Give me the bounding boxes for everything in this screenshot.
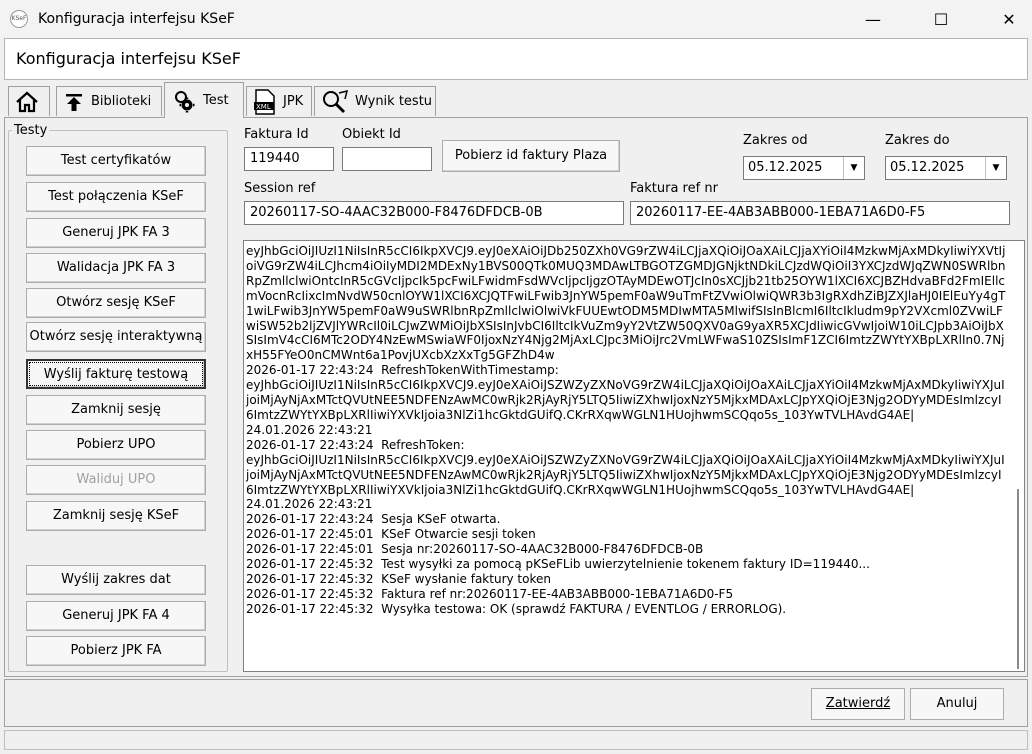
search-results-icon xyxy=(323,89,349,113)
arrow-up-icon xyxy=(66,93,82,111)
zamknij-sesje-interaktywna-button[interactable]: Zamknij sesję interaktywną xyxy=(26,395,206,445)
xml-document-icon: XML xyxy=(254,88,275,115)
svg-text:XML: XML xyxy=(256,103,271,111)
tests-group-legend: Testy xyxy=(12,123,50,138)
maximize-button[interactable]: ☐ xyxy=(918,0,964,38)
tab-jpk-label: JPK xyxy=(283,94,304,109)
generuj-jpk-fa3-button[interactable]: Generuj JPK FA 3 xyxy=(26,218,206,248)
zakres-do-datepicker[interactable]: 05.12.2025 ▼ xyxy=(885,156,1007,180)
tab-test[interactable]: Test xyxy=(164,82,244,118)
minimize-button[interactable]: — xyxy=(850,0,896,38)
pobierz-id-faktury-button[interactable]: Pobierz id faktury Plaza xyxy=(442,140,620,172)
status-bar xyxy=(4,730,1028,750)
zakres-do-value: 05.12.2025 xyxy=(890,160,965,175)
tab-jpk[interactable]: XML JPK xyxy=(246,86,312,116)
tab-wynik-testu-label: Wynik testu xyxy=(355,94,433,109)
wyslij-fakture-testowa-button[interactable]: Wyślij fakturę testową xyxy=(26,359,206,389)
tab-biblioteki[interactable]: Biblioteki xyxy=(56,86,162,116)
window-title: Konfiguracja interfejsu KSeF xyxy=(38,11,235,27)
tab-test-label: Test xyxy=(203,93,229,108)
log-textarea[interactable]: eyJhbGciOiJIUzI1NiIsInR5cCI6IkpXVCJ9.eyJ… xyxy=(243,240,1025,672)
tab-strip: Biblioteki Test XML JPK Wynik testu xyxy=(4,82,1028,118)
confirm-label: Zatwierdź xyxy=(825,696,891,711)
settings-gear-icon xyxy=(175,90,195,112)
faktura-id-input[interactable]: 119440 xyxy=(244,147,334,171)
log-text: eyJhbGciOiJIUzI1NiIsInR5cCI6IkpXVCJ9.eyJ… xyxy=(246,244,1006,616)
zakres-do-label: Zakres do xyxy=(885,133,950,148)
otworz-sesje-interaktywna-button[interactable]: Otwórz sesję interaktywną xyxy=(26,322,206,352)
obiekt-id-label: Obiekt Id xyxy=(342,127,401,142)
faktura-ref-input[interactable]: 20260117-EE-4AB3ABB000-1EBA71A6D0-F5 xyxy=(630,201,1010,225)
zakres-od-value: 05.12.2025 xyxy=(748,160,823,175)
vertical-scrollbar[interactable] xyxy=(1014,241,1022,671)
obiekt-id-input[interactable] xyxy=(342,147,432,171)
chevron-down-icon[interactable]: ▼ xyxy=(843,157,864,179)
faktura-ref-label: Faktura ref nr xyxy=(630,181,718,196)
scrollbar-thumb[interactable] xyxy=(1017,489,1019,669)
tab-biblioteki-label: Biblioteki xyxy=(91,94,152,109)
pobierz-jpk-fa-button[interactable]: Pobierz JPK FA xyxy=(26,636,206,666)
close-button[interactable]: ✕ xyxy=(986,0,1032,38)
zakres-od-datepicker[interactable]: 05.12.2025 ▼ xyxy=(743,156,865,180)
app-icon: KSeF xyxy=(10,10,28,28)
walidacja-jpk-fa3-button[interactable]: Walidacja JPK FA 3 xyxy=(26,253,206,283)
test-certyfikatow-button[interactable]: Test certyfikatów xyxy=(26,146,206,176)
pobierz-upo-button[interactable]: Pobierz UPO xyxy=(26,430,206,460)
session-ref-input[interactable]: 20260117-SO-4AAC32B000-F8476DFDCB-0B xyxy=(244,201,624,225)
confirm-button[interactable]: Zatwierdź xyxy=(811,688,905,720)
title-bar[interactable]: KSeF Konfiguracja interfejsu KSeF — ☐ ✕ xyxy=(0,0,1032,38)
cancel-button[interactable]: Anuluj xyxy=(910,688,1004,720)
test-polaczenia-button[interactable]: Test połączenia KSeF xyxy=(26,182,206,212)
zakres-od-label: Zakres od xyxy=(743,133,808,148)
session-ref-label: Session ref xyxy=(244,181,316,196)
wyslij-zakres-dat-button[interactable]: Wyślij zakres dat xyxy=(26,565,206,595)
generuj-jpk-fa4-button[interactable]: Generuj JPK FA 4 xyxy=(26,601,206,631)
tab-wynik-testu[interactable]: Wynik testu xyxy=(314,86,436,116)
zamknij-sesje-ksef-button[interactable]: Zamknij sesję KSeF xyxy=(26,501,206,531)
header-title: Konfiguracja interfejsu KSeF xyxy=(16,49,241,68)
waliduj-upo-button[interactable]: Waliduj UPO xyxy=(26,465,206,495)
faktura-id-label: Faktura Id xyxy=(244,127,309,142)
otworz-sesje-ksef-button[interactable]: Otwórz sesję KSeF xyxy=(26,288,206,318)
home-icon xyxy=(16,91,38,112)
tab-home[interactable] xyxy=(8,86,50,116)
chevron-down-icon[interactable]: ▼ xyxy=(985,157,1006,179)
